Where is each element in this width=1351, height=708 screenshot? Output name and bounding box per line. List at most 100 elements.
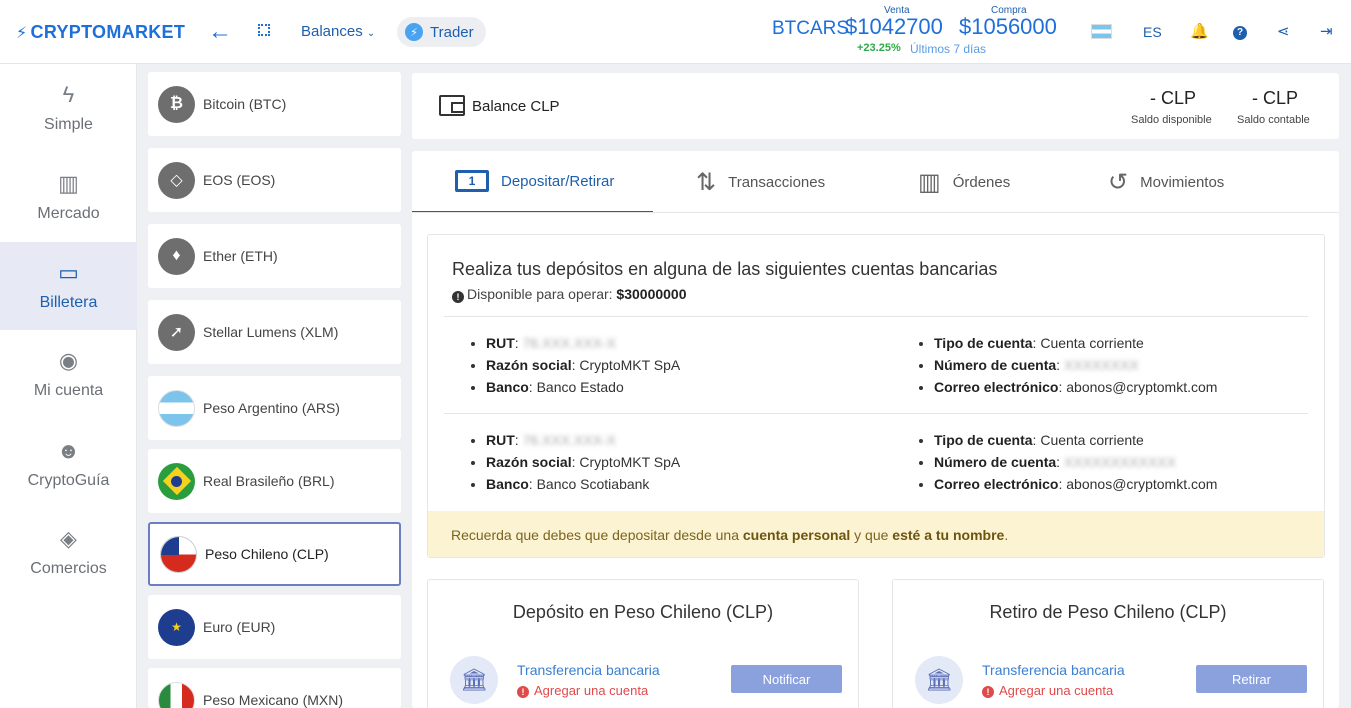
- currency-item-xlm[interactable]: ➚ Stellar Lumens (XLM): [148, 300, 401, 364]
- list-item: Número de cuenta: XXXXXXXXXXXX: [934, 451, 1217, 473]
- buy-price: $1056000: [959, 14, 1057, 39]
- sidebar-item-simple[interactable]: ϟ Simple: [0, 64, 137, 152]
- rut-value: 76.XXX.XXX-X: [522, 335, 616, 351]
- accounting-balance: - CLP: [1252, 88, 1299, 108]
- withdraw-button[interactable]: Retirar: [1196, 665, 1307, 693]
- bank-icon: 🏛: [450, 656, 498, 704]
- personal-account-warning: Recuerda que debes que depositar desde u…: [428, 511, 1324, 557]
- eu-flag-icon: ★: [158, 608, 195, 646]
- withdraw-card: Retiro de Peso Chileno (CLP) 🏛 Transfere…: [892, 579, 1324, 708]
- accounting-balance-label: Saldo contable: [1237, 114, 1310, 126]
- wallet-icon: ▭: [58, 260, 79, 285]
- deposit-accounts-box: Realiza tus depósitos en alguna de las s…: [427, 234, 1325, 558]
- currency-item-btc[interactable]: ₿ Bitcoin (BTC): [148, 72, 401, 136]
- tab-divider: [412, 212, 1339, 213]
- list-item: Tipo de cuenta: Cuenta corriente: [934, 332, 1217, 354]
- share-icon[interactable]: ⋖: [1277, 22, 1290, 40]
- balance-title: Balance CLP: [472, 98, 560, 115]
- tab-depositar-retirar[interactable]: 1 Depositar/Retirar: [412, 151, 653, 213]
- bitcoin-icon: ₿: [158, 85, 195, 123]
- lightning-icon: ⚡: [405, 23, 423, 41]
- account-2-right: Tipo de cuenta: Cuenta corriente Número …: [916, 429, 1217, 495]
- user-icon: ◉: [58, 348, 79, 373]
- available-balance: - CLP: [1150, 88, 1197, 108]
- logo[interactable]: ⚡ CRYPTOMARKET: [16, 22, 185, 43]
- available-to-trade: ! Disponible para operar: $30000000: [452, 286, 687, 303]
- currency-item-mxn[interactable]: Peso Mexicano (MXN): [148, 668, 401, 708]
- withdraw-card-title: Retiro de Peso Chileno (CLP): [989, 602, 1227, 622]
- brazil-flag-icon: [158, 462, 195, 500]
- list-item: RUT: 76.XXX.XXX-X: [486, 332, 680, 354]
- list-item: Número de cuenta: XXXXXXXX: [934, 354, 1217, 376]
- balances-dropdown[interactable]: Balances ⌄: [301, 23, 375, 40]
- list-item: Banco: Banco Scotiabank: [486, 473, 680, 495]
- deposit-card: Depósito en Peso Chileno (CLP) 🏛 Transfe…: [427, 579, 859, 708]
- logout-icon[interactable]: ⇥: [1320, 22, 1333, 40]
- list-item: Razón social: CryptoMKT SpA: [486, 354, 680, 376]
- bar-chart-icon: ▥: [58, 171, 79, 196]
- error-icon: !: [517, 686, 529, 698]
- bank-icon: 🏛: [915, 656, 963, 704]
- sidebar-item-cryptoguia[interactable]: ☻ CryptoGuía: [0, 420, 137, 508]
- sidebar: ϟ Simple ▥ Mercado ▭ Billetera ◉ Mi cuen…: [0, 64, 137, 708]
- deposit-method-link[interactable]: Transferencia bancaria: [517, 662, 660, 678]
- transfer-arrows-icon: ⇅: [696, 168, 717, 196]
- deposit-card-title: Depósito en Peso Chileno (CLP): [512, 602, 774, 622]
- argentina-flag-icon[interactable]: [1091, 24, 1112, 39]
- sidebar-item-mi-cuenta[interactable]: ◉ Mi cuenta: [0, 330, 137, 418]
- group-icon: ☻: [56, 438, 81, 463]
- price-change: +23.25%: [857, 42, 901, 54]
- account-1-right: Tipo de cuenta: Cuenta corriente Número …: [916, 332, 1217, 398]
- currency-item-eth[interactable]: ♦ Ether (ETH): [148, 224, 401, 288]
- info-icon: !: [452, 291, 464, 303]
- rut-value: 76.XXX.XXX-X: [522, 432, 616, 448]
- currency-item-eur[interactable]: ★ Euro (EUR): [148, 595, 401, 659]
- account-2-left: RUT: 76.XXX.XXX-X Razón social: CryptoMK…: [468, 429, 680, 495]
- tab-transacciones[interactable]: ⇅ Transacciones: [696, 151, 825, 213]
- help-icon[interactable]: ?: [1233, 22, 1247, 40]
- divider: [444, 316, 1308, 317]
- list-item: Banco: Banco Estado: [486, 376, 680, 398]
- account-1-left: RUT: 76.XXX.XXX-X Razón social: CryptoMK…: [468, 332, 680, 398]
- list-item: RUT: 76.XXX.XXX-X: [486, 429, 680, 451]
- bolt-icon: ϟ: [62, 82, 75, 107]
- add-account-link[interactable]: ! Agregar una cuenta: [517, 683, 648, 698]
- sidebar-item-mercado[interactable]: ▥ Mercado: [0, 153, 137, 241]
- bar-chart-icon: ▥: [918, 168, 941, 196]
- chevron-down-icon: ⌄: [366, 28, 376, 39]
- language-selector[interactable]: ES: [1143, 24, 1162, 40]
- currency-item-ars[interactable]: Peso Argentino (ARS): [148, 376, 401, 440]
- fullscreen-icon[interactable]: [258, 24, 270, 36]
- add-account-link[interactable]: ! Agregar una cuenta: [982, 683, 1113, 698]
- sidebar-item-billetera[interactable]: ▭ Billetera: [0, 242, 137, 330]
- top-bar: ⚡ CRYPTOMARKET ← Balances ⌄ ⚡ Trader BTCAR…: [0, 0, 1351, 64]
- currency-item-clp[interactable]: Peso Chileno (CLP): [148, 522, 401, 586]
- tab-ordenes[interactable]: ▥ Órdenes: [918, 151, 1010, 213]
- available-balance-label: Saldo disponible: [1131, 114, 1212, 126]
- back-arrow-icon[interactable]: ←: [208, 18, 232, 46]
- list-item: Correo electrónico: abonos@cryptomkt.com: [934, 473, 1217, 495]
- currency-item-eos[interactable]: ◇ EOS (EOS): [148, 148, 401, 212]
- wallet-panel: 1 Depositar/Retirar ⇅ Transacciones ▥ Ór…: [412, 151, 1339, 708]
- sidebar-item-comercios[interactable]: ◈ Comercios: [0, 508, 137, 596]
- eos-icon: ◇: [158, 161, 195, 199]
- rocket-icon: ➚: [158, 313, 195, 351]
- price-period: Últimos 7 días: [910, 42, 987, 56]
- argentina-flag-icon: [158, 389, 195, 427]
- logo-bolt-icon: ⚡: [16, 24, 28, 42]
- bell-icon[interactable]: 🔔: [1190, 22, 1209, 40]
- chile-flag-icon: [160, 535, 197, 573]
- store-icon: ◈: [60, 526, 77, 551]
- notify-button[interactable]: Notificar: [731, 665, 842, 693]
- tab-movimientos[interactable]: ↺ Movimientos: [1108, 151, 1224, 213]
- wallet-icon: [439, 95, 465, 116]
- list-item: Tipo de cuenta: Cuenta corriente: [934, 429, 1217, 451]
- account-number-value: XXXXXXXX: [1063, 357, 1139, 373]
- currency-item-brl[interactable]: Real Brasileño (BRL): [148, 449, 401, 513]
- trader-button[interactable]: ⚡ Trader: [397, 17, 486, 47]
- divider: [444, 413, 1308, 414]
- withdraw-method-link[interactable]: Transferencia bancaria: [982, 662, 1125, 678]
- list-item: Correo electrónico: abonos@cryptomkt.com: [934, 376, 1217, 398]
- mexico-flag-icon: [158, 682, 195, 708]
- balance-card: Balance CLP - CLP Saldo disponible - CLP…: [412, 73, 1339, 139]
